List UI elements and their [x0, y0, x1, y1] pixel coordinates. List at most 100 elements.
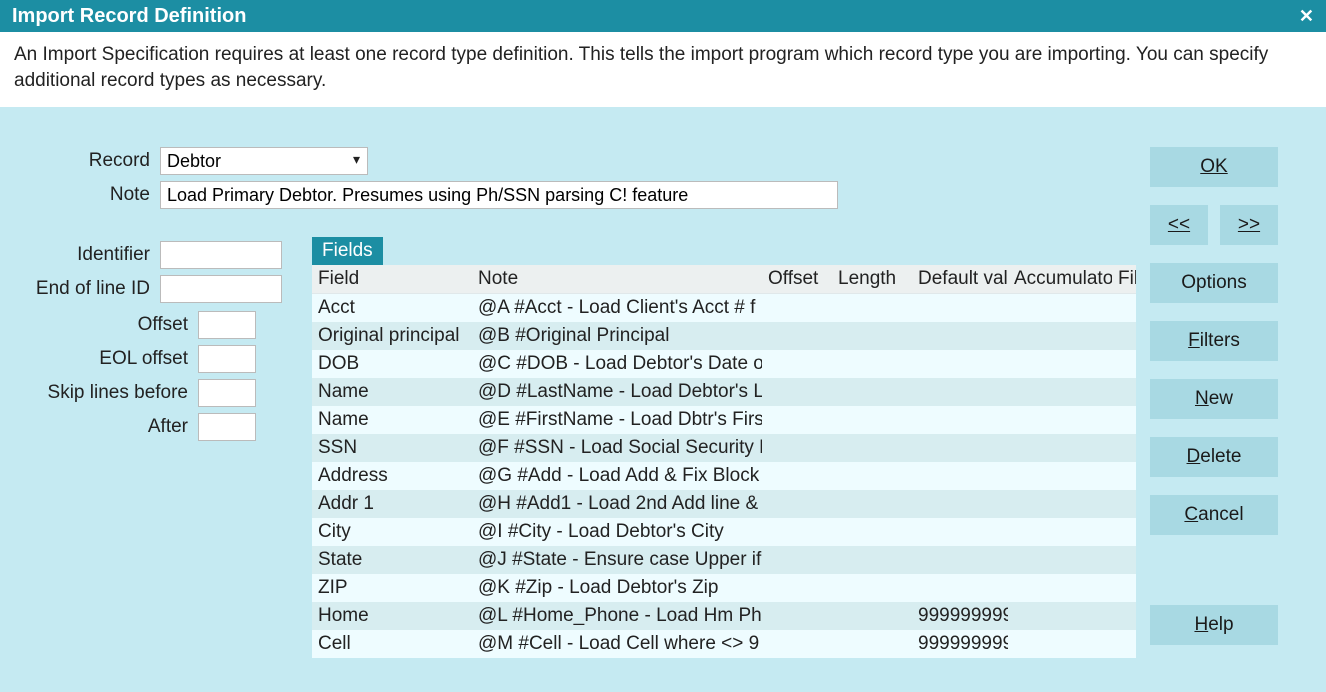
cell-offset[interactable] — [762, 434, 832, 462]
cell-note[interactable]: @G #Add - Load Add & Fix Block — [472, 462, 762, 490]
cell-fill[interactable] — [1112, 434, 1136, 462]
cell-offset[interactable] — [762, 350, 832, 378]
options-button[interactable]: Options — [1150, 263, 1278, 303]
eol-offset-input[interactable] — [198, 345, 256, 373]
ok-button[interactable]: OK — [1150, 147, 1278, 187]
cell-default[interactable]: 9999999999 — [912, 602, 1008, 630]
cell-note[interactable]: @F #SSN - Load Social Security N — [472, 434, 762, 462]
cell-fill[interactable] — [1112, 406, 1136, 434]
cell-offset[interactable] — [762, 518, 832, 546]
cell-fill[interactable] — [1112, 490, 1136, 518]
cell-fill[interactable] — [1112, 350, 1136, 378]
cell-fill[interactable] — [1112, 630, 1136, 658]
cell-note[interactable]: @I #City - Load Debtor's City — [472, 518, 762, 546]
cell-accum[interactable] — [1008, 434, 1112, 462]
table-row[interactable]: City@I #City - Load Debtor's City — [312, 518, 1136, 546]
cell-fill[interactable] — [1112, 322, 1136, 350]
cell-length[interactable] — [832, 378, 912, 406]
table-row[interactable]: ZIP@K #Zip - Load Debtor's Zip — [312, 574, 1136, 602]
cell-fill[interactable] — [1112, 602, 1136, 630]
cell-default[interactable] — [912, 322, 1008, 350]
cell-note[interactable]: @K #Zip - Load Debtor's Zip — [472, 574, 762, 602]
table-row[interactable]: State@J #State - Ensure case Upper if — [312, 546, 1136, 574]
cell-offset[interactable] — [762, 574, 832, 602]
fields-grid[interactable]: Field Note Offset Length Default val Acc… — [312, 265, 1136, 658]
cell-offset[interactable] — [762, 546, 832, 574]
cell-accum[interactable] — [1008, 350, 1112, 378]
close-icon[interactable]: ✕ — [1299, 0, 1314, 32]
cell-field[interactable]: Name — [312, 406, 472, 434]
cell-note[interactable]: @L #Home_Phone - Load Hm Ph — [472, 602, 762, 630]
cell-note[interactable]: @J #State - Ensure case Upper if — [472, 546, 762, 574]
cell-default[interactable] — [912, 546, 1008, 574]
cancel-button[interactable]: Cancel — [1150, 495, 1278, 535]
cell-length[interactable] — [832, 462, 912, 490]
cell-length[interactable] — [832, 490, 912, 518]
cell-length[interactable] — [832, 546, 912, 574]
cell-note[interactable]: @H #Add1 - Load 2nd Add line & — [472, 490, 762, 518]
prev-button[interactable]: << — [1150, 205, 1208, 245]
table-row[interactable]: SSN@F #SSN - Load Social Security N — [312, 434, 1136, 462]
cell-offset[interactable] — [762, 322, 832, 350]
col-fill[interactable]: Fill — [1112, 265, 1136, 294]
table-row[interactable]: Addr 1@H #Add1 - Load 2nd Add line & — [312, 490, 1136, 518]
cell-accum[interactable] — [1008, 462, 1112, 490]
cell-length[interactable] — [832, 518, 912, 546]
cell-length[interactable] — [832, 350, 912, 378]
cell-accum[interactable] — [1008, 294, 1112, 323]
next-button[interactable]: >> — [1220, 205, 1278, 245]
col-field[interactable]: Field — [312, 265, 472, 294]
new-button[interactable]: New — [1150, 379, 1278, 419]
col-accum[interactable]: Accumulator — [1008, 265, 1112, 294]
table-row[interactable]: Address@G #Add - Load Add & Fix Block — [312, 462, 1136, 490]
table-row[interactable]: Name@E #FirstName - Load Dbtr's First — [312, 406, 1136, 434]
cell-field[interactable]: Acct — [312, 294, 472, 323]
cell-fill[interactable] — [1112, 546, 1136, 574]
cell-length[interactable] — [832, 602, 912, 630]
identifier-input[interactable] — [160, 241, 282, 269]
cell-note[interactable]: @M #Cell - Load Cell where <> 9 — [472, 630, 762, 658]
filters-button[interactable]: Filters — [1150, 321, 1278, 361]
cell-length[interactable] — [832, 574, 912, 602]
cell-offset[interactable] — [762, 630, 832, 658]
help-button[interactable]: Help — [1150, 605, 1278, 645]
offset-input[interactable] — [198, 311, 256, 339]
cell-note[interactable]: @E #FirstName - Load Dbtr's First — [472, 406, 762, 434]
cell-accum[interactable] — [1008, 406, 1112, 434]
delete-button[interactable]: Delete — [1150, 437, 1278, 477]
skip-before-input[interactable] — [198, 379, 256, 407]
col-offset[interactable]: Offset — [762, 265, 832, 294]
cell-accum[interactable] — [1008, 378, 1112, 406]
cell-length[interactable] — [832, 294, 912, 323]
cell-default[interactable] — [912, 434, 1008, 462]
table-row[interactable]: Home@L #Home_Phone - Load Hm Ph 999999999… — [312, 602, 1136, 630]
cell-length[interactable] — [832, 434, 912, 462]
cell-length[interactable] — [832, 322, 912, 350]
cell-field[interactable]: Original principal — [312, 322, 472, 350]
table-row[interactable]: Original principal@B #Original Principal — [312, 322, 1136, 350]
cell-fill[interactable] — [1112, 378, 1136, 406]
col-default[interactable]: Default val — [912, 265, 1008, 294]
cell-field[interactable]: DOB — [312, 350, 472, 378]
cell-note[interactable]: @B #Original Principal — [472, 322, 762, 350]
cell-default[interactable] — [912, 378, 1008, 406]
cell-fill[interactable] — [1112, 518, 1136, 546]
cell-fill[interactable] — [1112, 574, 1136, 602]
cell-note[interactable]: @C #DOB - Load Debtor's Date o — [472, 350, 762, 378]
cell-accum[interactable] — [1008, 322, 1112, 350]
cell-default[interactable] — [912, 294, 1008, 323]
cell-fill[interactable] — [1112, 462, 1136, 490]
cell-accum[interactable] — [1008, 602, 1112, 630]
cell-fill[interactable] — [1112, 294, 1136, 323]
cell-default[interactable] — [912, 518, 1008, 546]
cell-default[interactable]: 9999999999 — [912, 630, 1008, 658]
cell-default[interactable] — [912, 490, 1008, 518]
cell-accum[interactable] — [1008, 490, 1112, 518]
cell-length[interactable] — [832, 630, 912, 658]
cell-offset[interactable] — [762, 462, 832, 490]
cell-default[interactable] — [912, 406, 1008, 434]
cell-field[interactable]: Home — [312, 602, 472, 630]
cell-accum[interactable] — [1008, 546, 1112, 574]
cell-default[interactable] — [912, 574, 1008, 602]
record-select[interactable]: Debtor — [160, 147, 368, 175]
